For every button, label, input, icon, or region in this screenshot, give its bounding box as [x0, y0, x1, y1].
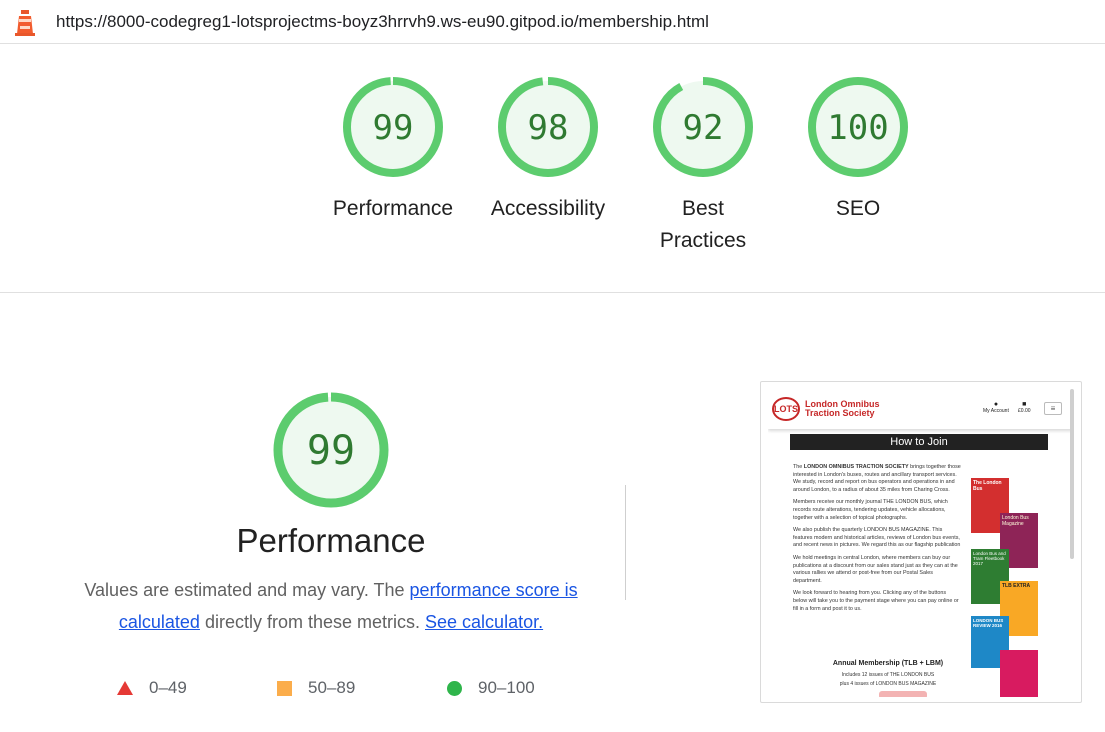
- gauge-score: 99: [373, 108, 414, 148]
- gauge-accessibility[interactable]: 98 Accessibility: [478, 75, 618, 225]
- para-5: We look forward to hearing from you. Cli…: [793, 590, 959, 612]
- gauge-label-line1: Accessibility: [490, 197, 606, 220]
- bag-total: £0.00: [1018, 408, 1031, 414]
- gauge-score: 98: [528, 108, 569, 148]
- circle-icon: [447, 680, 462, 696]
- gauge-label: Best Practices: [633, 193, 773, 257]
- account-link: ● My Account: [983, 401, 1009, 414]
- para-1-bold: LONDON OMNIBUS TRACTION SOCIETY: [803, 464, 909, 470]
- square-icon: [277, 680, 292, 696]
- gauge-label: Performance: [323, 193, 463, 225]
- performance-description: Values are estimated and may vary. The p…: [60, 574, 602, 638]
- desc-text-1: Values are estimated and may vary. The: [84, 580, 410, 600]
- vertical-separator: [625, 485, 626, 600]
- magazine-cover-3-title: London Bus and Tram Fleetbook 2017: [973, 551, 1006, 566]
- gauge-ring: 92: [653, 77, 753, 177]
- gauge-seo[interactable]: 100 SEO: [788, 75, 928, 225]
- gauge-label: Accessibility: [478, 193, 618, 225]
- how-to-join-heading: How to Join: [790, 434, 1048, 450]
- performance-gauge: 99: [273, 392, 389, 508]
- para-3: We also publish the quarterly LONDON BUS…: [793, 527, 961, 549]
- membership-line-1: Includes 12 issues of THE LONDON BUS: [841, 672, 935, 678]
- legend-pass: 90–100: [447, 678, 535, 698]
- performance-section: 99 Performance Values are estimated and …: [60, 390, 602, 638]
- page-screenshot[interactable]: LOTS London Omnibus Traction Society ● M…: [760, 381, 1082, 703]
- para-1: The LONDON OMNIBUS TRACTION SOCIETY brin…: [793, 464, 961, 494]
- legend-pass-label: 90–100: [478, 678, 535, 697]
- hamburger-icon: ≡: [1044, 402, 1062, 415]
- gauge-score: 92: [683, 108, 724, 148]
- score-legend: 0–49 50–89 90–100: [0, 678, 700, 702]
- legend-average: 50–89: [277, 678, 355, 698]
- section-divider: [0, 292, 1105, 293]
- gauge-label-line2: Practices: [659, 229, 747, 252]
- gauge-label-line1: Performance: [332, 197, 454, 220]
- screenshot-scrollbar: [1070, 389, 1074, 559]
- para-4: We hold meetings in central London, wher…: [793, 554, 958, 584]
- performance-score: 99: [307, 428, 355, 474]
- gauge-label-line1: Best: [681, 197, 725, 220]
- magazine-cover-1-title: The London Bus: [973, 480, 1002, 492]
- summary-gauges: 99 Performance 98 Accessibility 92 Best …: [0, 75, 1105, 275]
- shopping-bag-icon: ■: [1022, 401, 1027, 408]
- magazine-cover-2-title: London Bus Magazine: [1002, 515, 1029, 527]
- para-1-prefix: The: [793, 464, 804, 470]
- gauge-label-line1: SEO: [835, 197, 881, 220]
- site-logo: LOTS: [772, 397, 800, 421]
- url-bar: https://8000-codegreg1-lotsprojectms-boy…: [0, 0, 1105, 44]
- magazine-cover-6: [1000, 650, 1038, 697]
- gauge-score: 100: [827, 108, 888, 148]
- performance-title: Performance: [236, 522, 426, 559]
- membership-title: Annual Membership (TLB + LBM): [832, 660, 944, 667]
- gauge-ring: 98: [498, 77, 598, 177]
- page-url[interactable]: https://8000-codegreg1-lotsprojectms-boy…: [56, 12, 709, 32]
- site-name: London Omnibus Traction Society: [805, 400, 880, 418]
- legend-fail: 0–49: [117, 678, 187, 698]
- triangle-icon: [117, 681, 133, 695]
- magazine-cover-4-title: TLB EXTRA: [1002, 583, 1031, 589]
- lighthouse-icon: [14, 8, 36, 36]
- user-icon: ●: [993, 401, 999, 408]
- membership-line-2: plus 4 issues of LONDON BUS MAGAZINE: [839, 681, 937, 687]
- gauge-ring: 99: [343, 77, 443, 177]
- legend-average-label: 50–89: [308, 678, 356, 697]
- gauge-ring: 100: [808, 77, 908, 177]
- screenshot-content: LOTS London Omnibus Traction Society ● M…: [768, 389, 1074, 697]
- site-name-line2: Traction Society: [805, 408, 875, 418]
- gauge-best-practices[interactable]: 92 Best Practices: [633, 75, 773, 257]
- site-header: LOTS London Omnibus Traction Society ● M…: [768, 389, 1074, 429]
- desc-text-2: directly from these metrics.: [199, 612, 426, 632]
- bag-link: ■ £0.00: [1018, 401, 1031, 414]
- para-2: Members receive our monthly journal THE …: [793, 499, 948, 521]
- legend-fail-label: 0–49: [149, 678, 187, 697]
- magazine-cover-5-title: LONDON BUS REVIEW 2016: [973, 618, 1004, 628]
- account-label: My Account: [983, 408, 1009, 414]
- join-body-text: The LONDON OMNIBUS TRACTION SOCIETY brin…: [793, 464, 961, 618]
- gauge-performance[interactable]: 99 Performance: [323, 75, 463, 225]
- gauge-label: SEO: [788, 193, 928, 225]
- membership-button: [879, 691, 927, 697]
- see-calculator-link[interactable]: See calculator.: [425, 612, 543, 632]
